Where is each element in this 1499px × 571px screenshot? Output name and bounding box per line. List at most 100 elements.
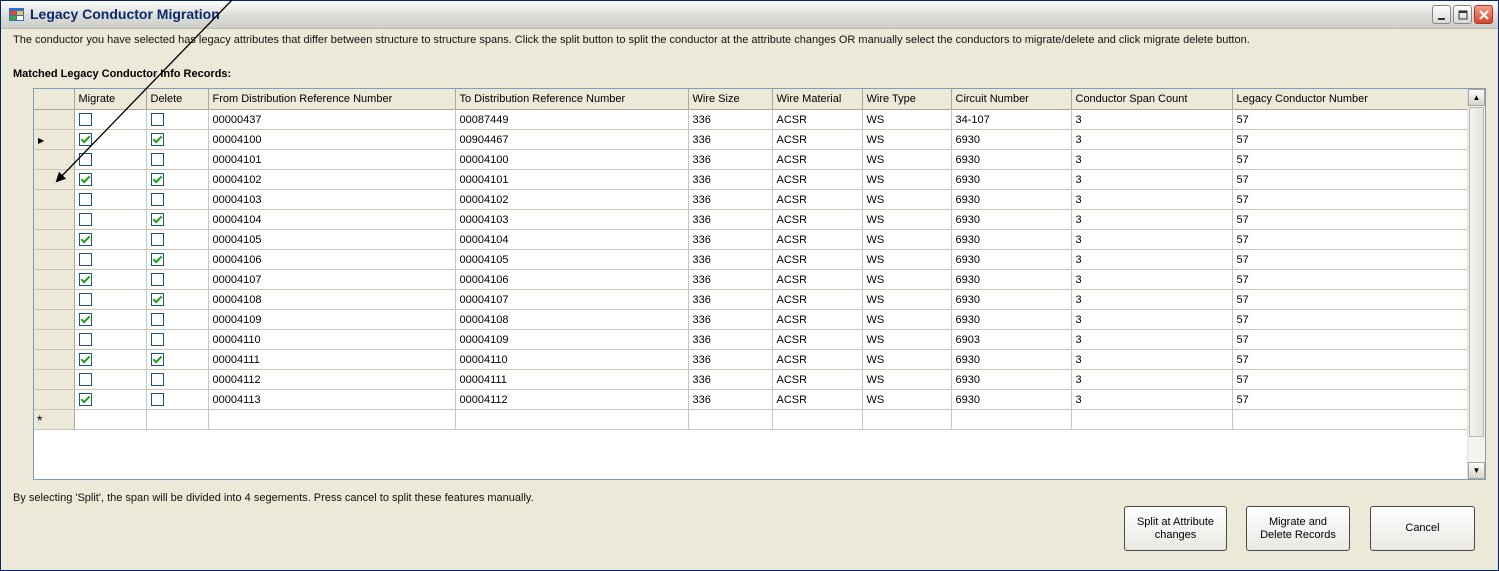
wire-material-cell[interactable]: ACSR bbox=[772, 249, 863, 270]
wire-material-cell[interactable]: ACSR bbox=[772, 309, 863, 330]
row-header[interactable] bbox=[34, 369, 75, 390]
span-count-cell[interactable]: 3 bbox=[1071, 289, 1233, 310]
span-count-cell[interactable]: 3 bbox=[1071, 189, 1233, 210]
circuit-number-cell[interactable]: 6930 bbox=[951, 389, 1072, 410]
cancel-button[interactable]: Cancel bbox=[1370, 506, 1475, 551]
circuit-number-cell[interactable]: 6930 bbox=[951, 129, 1072, 150]
wire-size-cell[interactable]: 336 bbox=[688, 289, 773, 310]
legacy-number-cell[interactable]: 57 bbox=[1232, 389, 1468, 410]
migrate-checkbox[interactable] bbox=[78, 213, 92, 226]
column-header-wire-type[interactable]: Wire Type bbox=[862, 89, 952, 110]
table-row[interactable]: 00004109 00004108 336 ACSR WS 6930 3 57 bbox=[34, 309, 1468, 330]
wire-type-cell[interactable]: WS bbox=[862, 369, 952, 390]
row-header[interactable] bbox=[34, 349, 75, 370]
row-header[interactable] bbox=[34, 249, 75, 270]
wire-type-cell[interactable]: WS bbox=[862, 109, 952, 130]
wire-type-cell[interactable]: WS bbox=[862, 249, 952, 270]
span-count-cell[interactable]: 3 bbox=[1071, 149, 1233, 170]
table-row[interactable]: 00004102 00004101 336 ACSR WS 6930 3 57 bbox=[34, 169, 1468, 190]
wire-material-cell[interactable]: ACSR bbox=[772, 289, 863, 310]
delete-checkbox[interactable] bbox=[150, 333, 164, 346]
to-ref-cell[interactable]: 00004112 bbox=[455, 389, 689, 410]
wire-type-cell[interactable]: WS bbox=[862, 329, 952, 350]
to-ref-cell[interactable]: 00004104 bbox=[455, 229, 689, 250]
table-row[interactable]: 00004111 00004110 336 ACSR WS 6930 3 57 bbox=[34, 349, 1468, 370]
span-count-cell[interactable]: 3 bbox=[1071, 269, 1233, 290]
from-ref-cell[interactable]: 00004100 bbox=[208, 129, 456, 150]
circuit-number-cell[interactable]: 6930 bbox=[951, 309, 1072, 330]
table-row[interactable]: 00000437 00087449 336 ACSR WS 34-107 3 57 bbox=[34, 109, 1468, 130]
to-ref-cell[interactable]: 00904467 bbox=[455, 129, 689, 150]
new-row-cell[interactable] bbox=[951, 409, 1072, 430]
to-ref-cell[interactable]: 00004107 bbox=[455, 289, 689, 310]
wire-size-cell[interactable]: 336 bbox=[688, 209, 773, 230]
wire-type-cell[interactable]: WS bbox=[862, 289, 952, 310]
delete-checkbox[interactable] bbox=[150, 113, 164, 126]
span-count-cell[interactable]: 3 bbox=[1071, 369, 1233, 390]
delete-checkbox[interactable] bbox=[150, 313, 164, 326]
table-row[interactable]: 00004103 00004102 336 ACSR WS 6930 3 57 bbox=[34, 189, 1468, 210]
vertical-scrollbar[interactable]: ▲ ▼ bbox=[1467, 89, 1485, 479]
delete-checkbox[interactable] bbox=[150, 253, 164, 266]
circuit-number-cell[interactable]: 6930 bbox=[951, 349, 1072, 370]
wire-size-cell[interactable]: 336 bbox=[688, 309, 773, 330]
table-row[interactable]: 00004107 00004106 336 ACSR WS 6930 3 57 bbox=[34, 269, 1468, 290]
row-header[interactable] bbox=[34, 189, 75, 210]
delete-checkbox[interactable] bbox=[150, 153, 164, 166]
close-button[interactable] bbox=[1474, 5, 1493, 24]
migrate-checkbox[interactable] bbox=[78, 373, 92, 386]
column-header-legacy-number[interactable]: Legacy Conductor Number bbox=[1232, 89, 1468, 110]
legacy-number-cell[interactable]: 57 bbox=[1232, 229, 1468, 250]
circuit-number-cell[interactable]: 6930 bbox=[951, 189, 1072, 210]
row-header[interactable] bbox=[34, 389, 75, 410]
new-row-cell[interactable] bbox=[688, 409, 773, 430]
row-header[interactable] bbox=[34, 289, 75, 310]
span-count-cell[interactable]: 3 bbox=[1071, 329, 1233, 350]
circuit-number-cell[interactable]: 6930 bbox=[951, 249, 1072, 270]
maximize-button[interactable] bbox=[1453, 5, 1472, 24]
circuit-number-cell[interactable]: 6903 bbox=[951, 329, 1072, 350]
row-header[interactable] bbox=[34, 209, 75, 230]
migrate-checkbox[interactable] bbox=[78, 173, 92, 186]
circuit-number-cell[interactable]: 6930 bbox=[951, 149, 1072, 170]
wire-material-cell[interactable]: ACSR bbox=[772, 209, 863, 230]
migrate-checkbox[interactable] bbox=[78, 313, 92, 326]
circuit-number-cell[interactable]: 6930 bbox=[951, 369, 1072, 390]
wire-type-cell[interactable]: WS bbox=[862, 229, 952, 250]
delete-checkbox[interactable] bbox=[150, 173, 164, 186]
to-ref-cell[interactable]: 00004102 bbox=[455, 189, 689, 210]
wire-type-cell[interactable]: WS bbox=[862, 309, 952, 330]
to-ref-cell[interactable]: 00087449 bbox=[455, 109, 689, 130]
new-row-cell[interactable] bbox=[1071, 409, 1233, 430]
to-ref-cell[interactable]: 00004108 bbox=[455, 309, 689, 330]
wire-size-cell[interactable]: 336 bbox=[688, 329, 773, 350]
wire-material-cell[interactable]: ACSR bbox=[772, 189, 863, 210]
migrate-checkbox[interactable] bbox=[78, 193, 92, 206]
migrate-checkbox[interactable] bbox=[78, 393, 92, 406]
scrollbar-thumb[interactable] bbox=[1469, 107, 1484, 437]
row-header[interactable]: ▶ bbox=[34, 129, 75, 150]
wire-size-cell[interactable]: 336 bbox=[688, 369, 773, 390]
from-ref-cell[interactable]: 00004103 bbox=[208, 189, 456, 210]
table-row[interactable]: 00004105 00004104 336 ACSR WS 6930 3 57 bbox=[34, 229, 1468, 250]
legacy-number-cell[interactable]: 57 bbox=[1232, 369, 1468, 390]
from-ref-cell[interactable]: 00004106 bbox=[208, 249, 456, 270]
from-ref-cell[interactable]: 00004104 bbox=[208, 209, 456, 230]
wire-type-cell[interactable]: WS bbox=[862, 149, 952, 170]
split-at-attribute-changes-button[interactable]: Split at Attribute changes bbox=[1124, 506, 1227, 551]
new-row-cell[interactable] bbox=[455, 409, 689, 430]
span-count-cell[interactable]: 3 bbox=[1071, 309, 1233, 330]
span-count-cell[interactable]: 3 bbox=[1071, 349, 1233, 370]
column-header-circuit-number[interactable]: Circuit Number bbox=[951, 89, 1072, 110]
span-count-cell[interactable]: 3 bbox=[1071, 129, 1233, 150]
new-row-cell[interactable] bbox=[1232, 409, 1468, 430]
from-ref-cell[interactable]: 00004101 bbox=[208, 149, 456, 170]
wire-material-cell[interactable]: ACSR bbox=[772, 329, 863, 350]
migrate-checkbox[interactable] bbox=[78, 353, 92, 366]
table-row[interactable]: 00004112 00004111 336 ACSR WS 6930 3 57 bbox=[34, 369, 1468, 390]
circuit-number-cell[interactable]: 6930 bbox=[951, 269, 1072, 290]
scroll-down-button[interactable]: ▼ bbox=[1468, 462, 1485, 479]
legacy-number-cell[interactable]: 57 bbox=[1232, 269, 1468, 290]
wire-material-cell[interactable]: ACSR bbox=[772, 369, 863, 390]
column-header-wire-size[interactable]: Wire Size bbox=[688, 89, 773, 110]
